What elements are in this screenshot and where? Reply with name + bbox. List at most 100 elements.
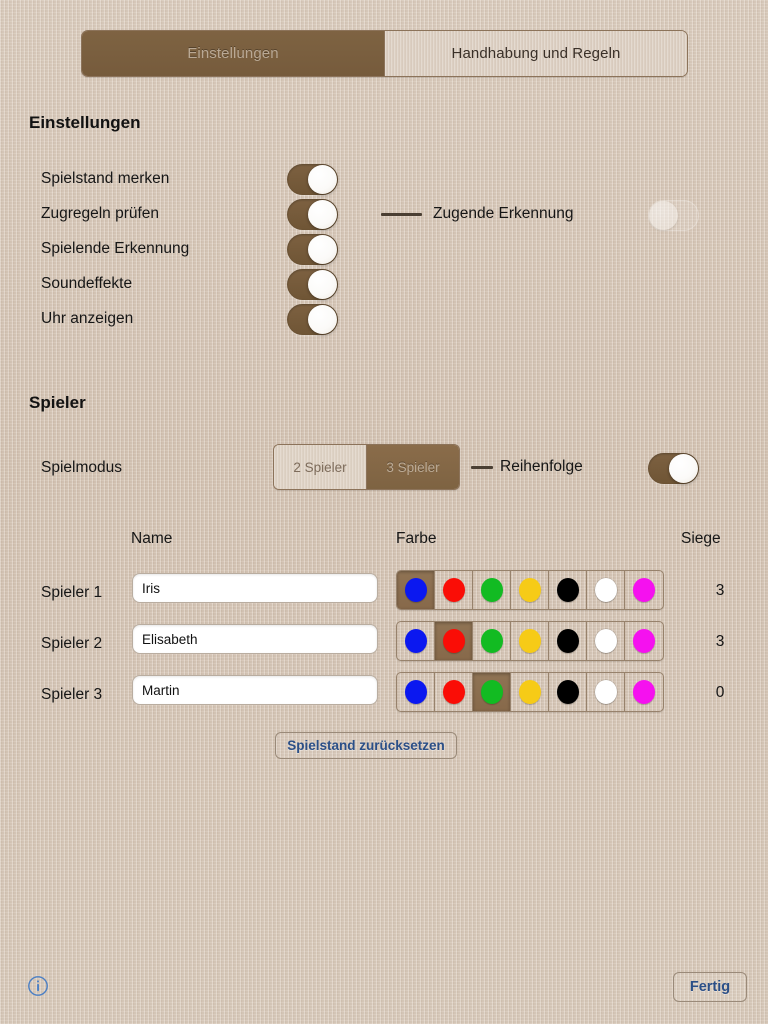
player-1-name-input[interactable]	[132, 573, 378, 603]
color-swatch-magenta[interactable]	[625, 571, 663, 609]
player-row-2: Spieler 2 3	[0, 621, 768, 666]
color-swatch-rot[interactable]	[435, 571, 473, 609]
connector-dash-zugende	[381, 213, 422, 216]
color-swatch-weiss[interactable]	[587, 673, 625, 711]
color-dot-weiss	[594, 578, 617, 602]
color-swatch-blau[interactable]	[397, 673, 435, 711]
tab-handhabung-und-regeln-label: Handhabung und Regeln	[451, 45, 621, 62]
color-swatch-weiss[interactable]	[587, 622, 625, 660]
color-dot-weiss	[594, 680, 617, 704]
tab-einstellungen-label: Einstellungen	[187, 45, 279, 62]
connector-dash-reihenfolge	[471, 466, 493, 469]
player-row-3: Spieler 3 0	[0, 672, 768, 717]
toggle-knob	[649, 201, 678, 230]
player-2-label: Spieler 2	[41, 635, 103, 652]
toggle-soundeffekte[interactable]	[287, 269, 338, 300]
column-header-farbe: Farbe	[396, 530, 437, 547]
color-dot-magenta	[633, 680, 655, 704]
section-heading-spieler: Spieler	[29, 393, 86, 412]
color-swatch-gruen[interactable]	[473, 673, 511, 711]
toggle-knob	[308, 270, 337, 299]
label-spielende-erkennung: Spielende Erkennung	[41, 240, 190, 257]
section-heading-einstellungen: Einstellungen	[29, 113, 141, 132]
info-circle-icon[interactable]	[27, 975, 49, 997]
color-dot-gruen	[480, 680, 503, 704]
label-zugende-erkennung: Zugende Erkennung	[433, 205, 574, 222]
label-uhr-anzeigen: Uhr anzeigen	[41, 310, 134, 327]
color-dot-rot	[442, 578, 465, 602]
color-swatch-gelb[interactable]	[511, 673, 549, 711]
color-dot-schwarz	[556, 578, 579, 602]
color-dot-gelb	[518, 578, 541, 602]
color-swatch-gelb[interactable]	[511, 571, 549, 609]
done-button[interactable]: Fertig	[673, 972, 747, 1002]
segment-2-spieler[interactable]: 2 Spieler	[274, 445, 366, 489]
tab-handhabung-und-regeln[interactable]: Handhabung und Regeln	[384, 31, 687, 76]
toggle-zugende-erkennung[interactable]	[648, 200, 699, 231]
toggle-zugregeln-pruefen[interactable]	[287, 199, 338, 230]
color-dot-gelb	[518, 629, 541, 653]
color-swatch-magenta[interactable]	[625, 673, 663, 711]
color-swatch-rot[interactable]	[435, 622, 473, 660]
color-dot-magenta	[633, 629, 655, 653]
reset-score-button[interactable]: Spielstand zurücksetzen	[275, 732, 457, 759]
color-dot-gruen	[480, 629, 503, 653]
toggle-uhr-anzeigen[interactable]	[287, 304, 338, 335]
toggle-reihenfolge[interactable]	[648, 453, 699, 484]
tab-einstellungen[interactable]: Einstellungen	[82, 31, 384, 76]
player-1-color-picker	[396, 570, 664, 610]
color-swatch-rot[interactable]	[435, 673, 473, 711]
tab-bar: Einstellungen Handhabung und Regeln	[81, 30, 688, 77]
player-1-label: Spieler 1	[41, 584, 103, 601]
segment-3-spieler[interactable]: 3 Spieler	[366, 445, 459, 489]
color-dot-magenta	[633, 578, 655, 602]
color-dot-gruen	[480, 578, 503, 602]
color-swatch-schwarz[interactable]	[549, 622, 587, 660]
player-2-name-input[interactable]	[132, 624, 378, 654]
toggle-knob	[669, 454, 698, 483]
toggle-knob	[308, 235, 337, 264]
player-3-label: Spieler 3	[41, 686, 103, 703]
reset-score-button-label: Spielstand zurücksetzen	[287, 738, 445, 753]
label-zugregeln-pruefen: Zugregeln prüfen	[41, 205, 160, 222]
color-dot-gelb	[518, 680, 541, 704]
color-dot-blau	[404, 629, 427, 653]
segment-3-spieler-label: 3 Spieler	[386, 459, 440, 475]
color-dot-blau	[404, 680, 427, 704]
color-swatch-blau[interactable]	[397, 571, 435, 609]
segment-2-spieler-label: 2 Spieler	[293, 459, 347, 475]
label-spielstand-merken: Spielstand merken	[41, 170, 170, 187]
color-swatch-schwarz[interactable]	[549, 571, 587, 609]
color-dot-blau	[404, 578, 427, 602]
toggle-knob	[308, 200, 337, 229]
color-dot-schwarz	[556, 680, 579, 704]
done-button-label: Fertig	[689, 979, 731, 995]
toggle-knob	[308, 165, 337, 194]
label-spielmodus: Spielmodus	[41, 459, 122, 476]
label-reihenfolge: Reihenfolge	[500, 458, 583, 475]
player-2-color-picker	[396, 621, 664, 661]
color-swatch-schwarz[interactable]	[549, 673, 587, 711]
color-dot-schwarz	[556, 629, 579, 653]
color-dot-rot	[442, 680, 465, 704]
player-3-color-picker	[396, 672, 664, 712]
color-swatch-magenta[interactable]	[625, 622, 663, 660]
settings-screen: Einstellungen Handhabung und Regeln Eins…	[0, 0, 768, 1024]
toggle-spielstand-merken[interactable]	[287, 164, 338, 195]
player-1-wins: 3	[715, 582, 725, 599]
color-dot-weiss	[594, 629, 617, 653]
label-soundeffekte: Soundeffekte	[41, 275, 133, 292]
toggle-knob	[308, 305, 337, 334]
color-swatch-gelb[interactable]	[511, 622, 549, 660]
color-swatch-blau[interactable]	[397, 622, 435, 660]
color-swatch-gruen[interactable]	[473, 571, 511, 609]
player-3-wins: 0	[715, 684, 725, 701]
player-3-name-input[interactable]	[132, 675, 378, 705]
column-header-name: Name	[131, 530, 173, 547]
toggle-spielende-erkennung[interactable]	[287, 234, 338, 265]
color-swatch-weiss[interactable]	[587, 571, 625, 609]
column-header-siege: Siege	[681, 530, 721, 547]
player-row-1: Spieler 1 3	[0, 570, 768, 615]
player-2-wins: 3	[715, 633, 725, 650]
color-swatch-gruen[interactable]	[473, 622, 511, 660]
